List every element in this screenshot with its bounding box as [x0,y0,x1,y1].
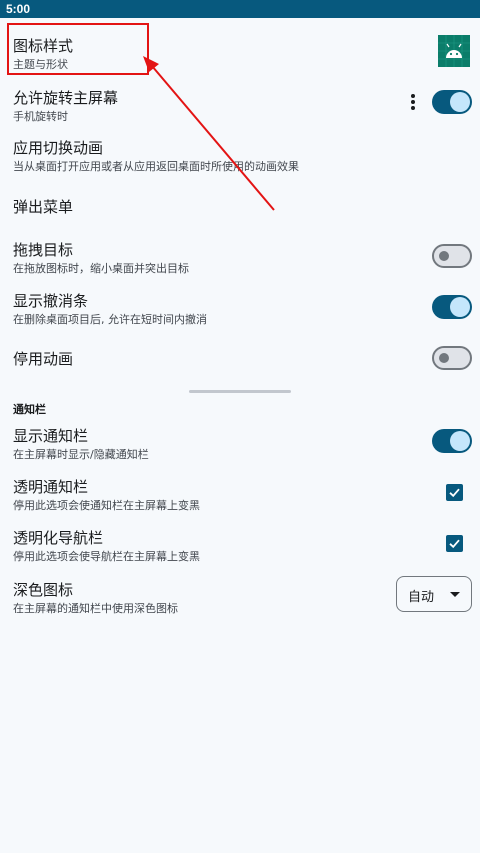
annotation-arrow [143,56,275,211]
